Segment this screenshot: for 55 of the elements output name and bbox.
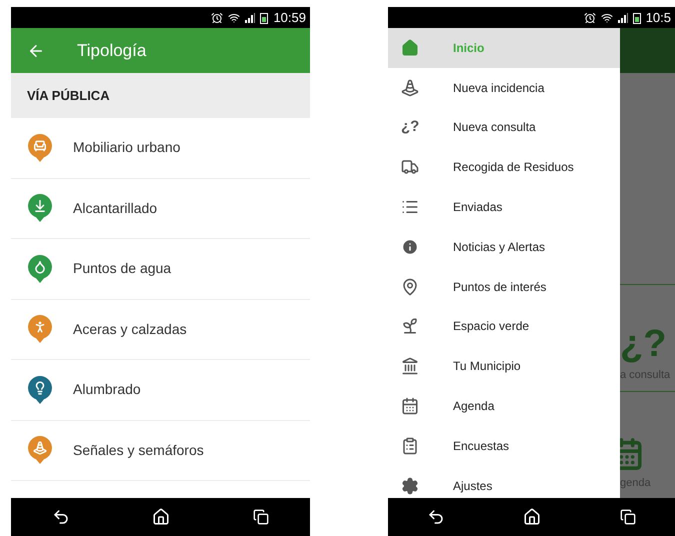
signal-icon — [618, 12, 628, 22]
category-item[interactable]: Alcantarillado — [11, 178, 310, 239]
back-button[interactable] — [427, 508, 446, 526]
drawer-label: Noticias y Alertas — [453, 238, 546, 256]
map-pin-icon — [401, 278, 419, 296]
wifi-icon — [600, 12, 613, 24]
category-item[interactable]: Señales y semáforos — [11, 420, 310, 481]
sprout-icon — [401, 317, 419, 336]
home-button[interactable] — [152, 508, 170, 526]
status-time: 10:5 — [646, 8, 671, 27]
recents-button[interactable] — [620, 509, 636, 525]
drawer-label: Nueva incidencia — [453, 80, 544, 97]
signal-icon — [245, 12, 256, 22]
cone-icon — [401, 78, 419, 97]
category-item[interactable]: Aceras y calzadas — [11, 300, 310, 360]
drawer-label: Nueva consulta — [453, 119, 536, 136]
drawer-label: Agenda — [453, 398, 494, 416]
landmark-icon — [401, 357, 419, 376]
question-glyph: ¿? — [620, 324, 666, 362]
info-icon — [401, 238, 419, 256]
dimmed-header — [620, 28, 675, 73]
recents-button[interactable] — [252, 509, 269, 525]
drawer-label: Inicio — [453, 40, 484, 57]
status-time: 10:59 — [273, 8, 306, 27]
category-item[interactable]: Alumbrado — [11, 360, 310, 420]
header-title: Tipología — [77, 40, 146, 62]
drawer-label: Puntos de interés — [453, 278, 546, 296]
category-item[interactable]: Puntos de agua — [11, 239, 310, 300]
category-label: Mobiliario urbano — [73, 138, 180, 158]
alarm-icon — [211, 12, 224, 24]
back-button[interactable] — [52, 508, 70, 526]
home-button[interactable] — [523, 508, 542, 526]
truck-icon — [401, 158, 419, 176]
drawer-label: Tu Municipio — [453, 358, 521, 376]
category-label: Puntos de agua — [73, 259, 172, 278]
calendar-icon — [401, 397, 419, 416]
category-label: Aceras y calzadas — [73, 320, 187, 339]
category-label: Alcantarillado — [73, 198, 158, 218]
drawer-label: Encuestas — [453, 438, 510, 455]
alarm-icon — [584, 12, 596, 24]
category-label: Alumbrado — [73, 380, 141, 400]
question-glyph: ¿? — [401, 117, 419, 138]
drawer-label: Recogida de Residuos — [453, 159, 574, 176]
battery-icon — [632, 12, 641, 24]
drawer-label: Espacio verde — [453, 318, 530, 336]
category-label: Señales y semáforos — [73, 440, 204, 460]
clipboard-icon — [401, 436, 419, 455]
calendar-icon — [620, 436, 644, 470]
home-icon — [401, 38, 419, 57]
battery-icon — [260, 12, 268, 24]
drawer-label: Ajustes — [453, 478, 492, 495]
section-header: VÍA PÚBLICA — [11, 73, 310, 118]
category-item[interactable]: Mobiliario urbano — [11, 118, 310, 178]
wifi-icon — [228, 12, 240, 24]
drawer-label: Enviadas — [453, 199, 502, 216]
